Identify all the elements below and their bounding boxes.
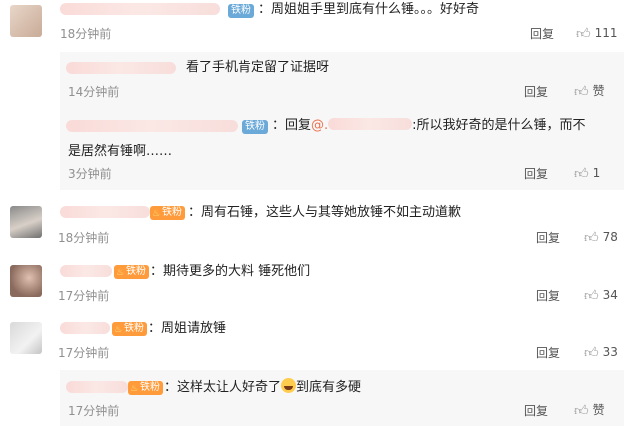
blurred-mention (328, 118, 413, 130)
fan-badge: ♨ 铁粉 (150, 206, 185, 220)
laughing-emoji-icon (281, 378, 297, 393)
thumb-up-icon: 👍︎ (574, 403, 589, 419)
thumb-up-icon: 👍︎ (584, 230, 599, 246)
like-button[interactable]: 👍︎ 34 (584, 287, 618, 304)
reply-button[interactable]: 回复 (524, 166, 548, 182)
comment-text: ：周姐姐手里到底有什么锤。。。好好奇 (258, 2, 480, 17)
like-button[interactable]: 👍︎ 1 (574, 165, 600, 182)
reply-button[interactable]: 回复 (536, 288, 560, 304)
reply-button[interactable]: 回复 (530, 26, 554, 42)
reply-button[interactable]: 回复 (536, 345, 560, 361)
blurred-username[interactable] (66, 120, 238, 132)
reply-button[interactable]: 回复 (524, 84, 548, 100)
thumb-up-icon: 👍︎ (584, 345, 599, 361)
like-button[interactable]: 👍︎ 33 (584, 344, 618, 361)
blurred-username[interactable] (60, 322, 110, 334)
avatar[interactable] (10, 322, 42, 354)
avatar[interactable] (10, 265, 42, 297)
like-button[interactable]: 👍︎ 赞 (574, 83, 605, 100)
reply-button[interactable]: 回复 (524, 403, 548, 419)
thumb-up-icon: 👍︎ (584, 288, 599, 304)
comment-time: 18分钟前 (60, 27, 112, 41)
comment-text: ：周有石锤，这些人与其等她放锤不如主动道歉 (188, 205, 462, 220)
like-count: 34 (602, 288, 618, 302)
flame-icon: ♨ (152, 209, 161, 219)
fan-badge: ♨ 铁粉 (128, 381, 163, 395)
like-label: 赞 (592, 84, 605, 98)
mention-link[interactable]: @. (311, 118, 328, 133)
comment-text: ：周姐请放锤 (148, 321, 227, 336)
flame-icon: ♨ (130, 384, 139, 394)
thumb-up-icon: 👍︎ (574, 84, 589, 100)
blurred-username[interactable] (60, 3, 220, 15)
reply-button[interactable]: 回复 (536, 230, 560, 246)
reply-text: ：这样太让人好奇了 到底有多硬 (164, 378, 362, 395)
comment-time: 17分钟前 (58, 346, 110, 360)
reply-text: 看了手机肯定留了证据呀 (186, 60, 330, 75)
reply-text-line2: 是居然有锤啊…… (68, 144, 173, 159)
reply-time: 14分钟前 (68, 85, 120, 99)
avatar[interactable] (10, 5, 42, 37)
fan-badge: 铁粉 (242, 120, 268, 134)
like-label: 赞 (592, 403, 605, 417)
like-count: 78 (602, 230, 618, 244)
blurred-username[interactable] (60, 206, 150, 218)
reply-time: 3分钟前 (68, 167, 112, 181)
reply-prefix: ：回复 (272, 118, 312, 133)
blurred-username[interactable] (66, 381, 128, 393)
comment-time: 18分钟前 (58, 231, 110, 245)
blurred-username[interactable] (60, 265, 112, 277)
comment-text: ：期待更多的大料 锤死他们 (150, 264, 311, 279)
blurred-username[interactable] (66, 62, 176, 74)
reply-text: ：回复@. :所以我好奇的是什么锤，而不 (272, 117, 586, 135)
fan-badge: ♨ 铁粉 (112, 322, 147, 336)
reply-time: 17分钟前 (68, 404, 120, 418)
like-button[interactable]: 👍︎ 78 (584, 229, 618, 246)
like-count: 111 (594, 26, 618, 40)
reply-text-line1: :所以我好奇的是什么锤，而不 (412, 118, 586, 133)
fan-badge: ♨ 铁粉 (114, 265, 149, 279)
like-button[interactable]: 👍︎ 赞 (574, 402, 605, 419)
thumb-up-icon: 👍︎ (576, 26, 591, 42)
like-count: 33 (602, 345, 618, 359)
flame-icon: ♨ (114, 325, 123, 335)
like-button[interactable]: 👍︎ 111 (576, 25, 618, 42)
comment-time: 17分钟前 (58, 289, 110, 303)
like-count: 1 (592, 166, 601, 180)
flame-icon: ♨ (116, 268, 125, 278)
fan-badge: 铁粉 (228, 4, 254, 18)
thumb-up-icon: 👍︎ (574, 166, 589, 182)
avatar[interactable] (10, 206, 42, 238)
